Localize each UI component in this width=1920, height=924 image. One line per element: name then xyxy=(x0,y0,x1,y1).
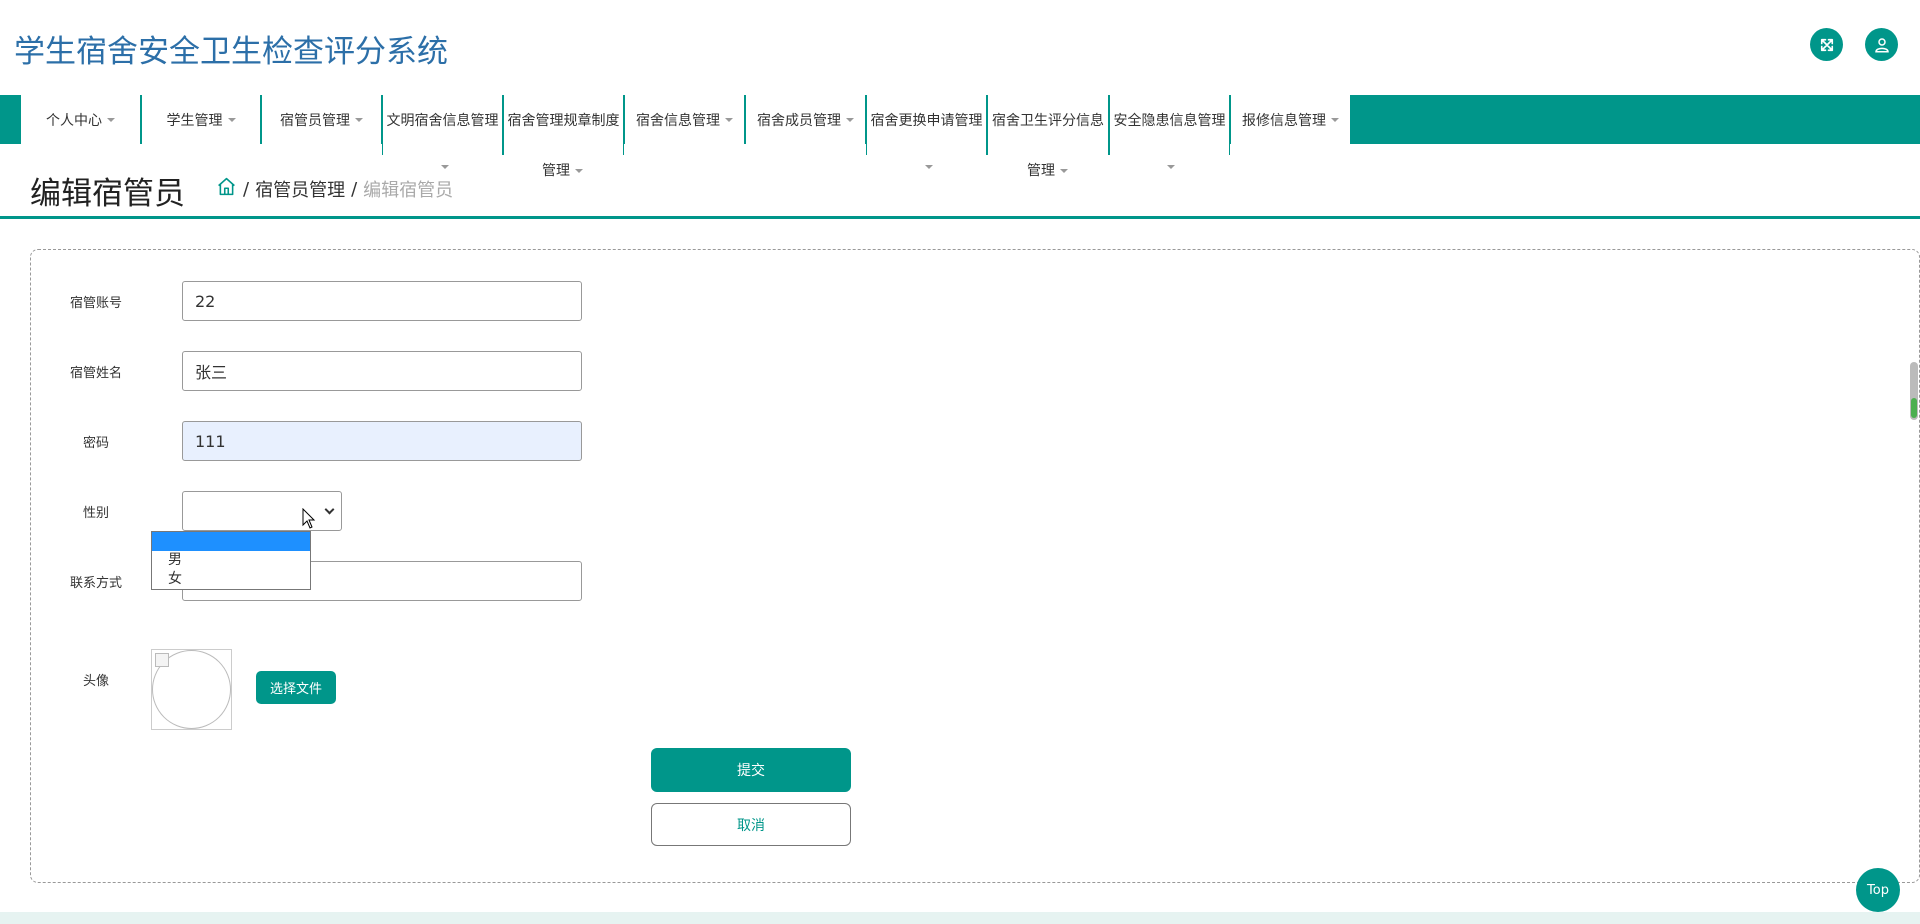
nav-item-label: 管理 xyxy=(1027,163,1055,179)
caret-down-icon xyxy=(575,169,583,173)
cancel-button[interactable]: 取消 xyxy=(651,803,851,846)
name-input[interactable]: 张三 xyxy=(182,351,582,391)
caret-down-icon xyxy=(107,117,115,122)
breadcrumb-separator: / xyxy=(351,178,358,200)
caret-down-icon xyxy=(1060,169,1068,173)
nav-item-personal-center[interactable]: 个人中心 xyxy=(20,95,141,144)
submit-button[interactable]: 提交 xyxy=(651,748,851,792)
scrollbar-thumb-indicator xyxy=(1911,398,1917,418)
caret-down-icon xyxy=(1167,165,1175,169)
breadcrumb-parent[interactable]: 宿管员管理 xyxy=(255,176,345,202)
nav-item-dorm-rules-line2[interactable]: 管理 xyxy=(542,160,583,180)
fullscreen-button[interactable] xyxy=(1810,28,1843,61)
nav-item-hygiene-score-line2[interactable]: 管理 xyxy=(1027,160,1068,180)
gender-dropdown: 男 女 xyxy=(151,531,311,590)
nav-item-hygiene-score[interactable]: 宿舍卫生评分信息 xyxy=(987,95,1109,155)
nav-item-dorm-rules[interactable]: 宿舍管理规章制度 xyxy=(503,95,624,155)
user-icon xyxy=(1874,37,1889,52)
nav-item-student-management[interactable]: 学生管理 xyxy=(141,95,261,144)
nav-item-dorm-info[interactable]: 宿舍信息管理 xyxy=(624,95,745,144)
footer-band xyxy=(0,912,1920,924)
nav-item-label: 宿管员管理 xyxy=(280,112,350,129)
gender-label: 性别 xyxy=(82,506,109,521)
nav-item-civilized-dorm[interactable]: 文明宿舍信息管理 xyxy=(382,95,503,155)
nav-item-label: 宿舍管理规章制度 xyxy=(507,113,620,129)
breadcrumb-current: 编辑宿管员 xyxy=(363,180,454,201)
name-label: 宿管姓名 xyxy=(69,366,122,381)
broken-image-icon xyxy=(155,653,169,667)
caret-down-icon xyxy=(725,117,733,122)
breadcrumb-separator: / xyxy=(243,178,250,200)
avatar-preview xyxy=(151,649,232,730)
caret-down-icon xyxy=(441,165,449,169)
nav-item-label: 宿舍信息管理 xyxy=(636,112,720,129)
caret-down-icon xyxy=(355,117,363,122)
nav-item-dorm-change-request[interactable]: 宿舍更换申请管理 xyxy=(866,95,987,155)
main-nav: 个人中心 学生管理 宿管员管理 文明宿舍信息管理 宿舍管理规章制度 宿舍信息管理… xyxy=(0,95,1920,155)
nav-item-repair-info[interactable]: 报修信息管理 xyxy=(1230,95,1351,144)
nav-item-dorm-members[interactable]: 宿舍成员管理 xyxy=(745,95,866,144)
nav-item-safety-hazard[interactable]: 安全隐患信息管理 xyxy=(1109,95,1230,155)
user-menu-button[interactable] xyxy=(1865,28,1898,61)
nav-item-label: 报修信息管理 xyxy=(1242,112,1326,129)
page-title: 编辑宿管员 xyxy=(30,176,185,212)
account-input[interactable]: 22 xyxy=(182,281,582,321)
scrollbar-thumb[interactable] xyxy=(1910,362,1918,420)
app-header: 学生宿舍安全卫生检查评分系统 xyxy=(0,0,1920,95)
title-divider xyxy=(0,216,1920,219)
nav-item-label: 宿舍更换申请管理 xyxy=(870,113,983,129)
nav-item-label: 文明宿舍信息管理 xyxy=(386,113,499,129)
breadcrumb-home[interactable] xyxy=(216,176,237,202)
caret-down-icon xyxy=(1331,117,1339,122)
caret-down-icon xyxy=(925,165,933,169)
password-input[interactable]: 111 xyxy=(182,421,582,461)
avatar-label: 头像 xyxy=(82,674,109,689)
nav-item-label: 安全隐患信息管理 xyxy=(1113,113,1226,129)
home-icon xyxy=(218,177,235,196)
nav-item-dorm-manager-management[interactable]: 宿管员管理 xyxy=(261,95,382,144)
password-label: 密码 xyxy=(82,436,109,451)
choose-file-button[interactable]: 选择文件 xyxy=(256,671,336,704)
app-title: 学生宿舍安全卫生检查评分系统 xyxy=(14,34,448,70)
breadcrumb: / 宿管员管理 / 编辑宿管员 xyxy=(216,176,453,202)
caret-down-icon xyxy=(846,117,854,122)
chevron-down-icon xyxy=(324,504,335,515)
gender-option-empty[interactable] xyxy=(152,532,310,551)
gender-option-male[interactable]: 男 xyxy=(152,551,310,570)
account-label: 宿管账号 xyxy=(69,296,122,311)
gender-option-female[interactable]: 女 xyxy=(152,570,310,589)
mouse-cursor-icon xyxy=(302,508,316,529)
nav-item-label: 管理 xyxy=(542,163,570,179)
contact-label: 联系方式 xyxy=(69,576,122,591)
expand-arrows-icon xyxy=(1820,38,1833,51)
nav-item-label: 宿舍卫生评分信息 xyxy=(992,113,1104,129)
edit-form-card: 宿管账号 22 宿管姓名 张三 密码 111 性别 联系方式 头像 xyxy=(30,249,1920,883)
gender-select[interactable] xyxy=(182,491,342,531)
back-to-top-button[interactable]: Top xyxy=(1856,868,1900,912)
nav-item-label: 学生管理 xyxy=(166,112,223,129)
nav-item-label: 宿舍成员管理 xyxy=(757,112,841,129)
caret-down-icon xyxy=(227,117,236,122)
nav-item-label: 个人中心 xyxy=(46,112,102,129)
